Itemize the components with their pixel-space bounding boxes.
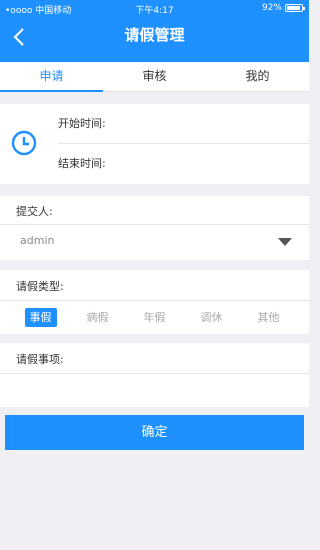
leave-matter-label: 请假事项: xyxy=(16,353,64,366)
tab-review[interactable]: 审核 xyxy=(103,62,206,91)
page-title: 请假管理 xyxy=(124,26,185,44)
battery-status: 92% xyxy=(261,3,305,13)
time-section: 开始时间: 结束时间: xyxy=(0,104,309,184)
submitter-value: admin xyxy=(20,234,55,247)
leave-type-options: 事假 病假 年假 调休 其他 xyxy=(0,300,309,334)
leave-type-label: 请假类型: xyxy=(16,280,64,293)
submitter-select[interactable]: admin xyxy=(0,224,309,260)
nav-bar: 请假管理 xyxy=(0,18,309,62)
tab-mine[interactable]: 我的 xyxy=(206,62,309,91)
end-time-field[interactable]: 结束时间: xyxy=(58,144,309,184)
leave-type-annual[interactable]: 年假 xyxy=(126,309,183,325)
leave-type-personal[interactable]: 事假 xyxy=(12,308,69,327)
battery-percent: 92% xyxy=(261,3,282,13)
leave-matter-input[interactable] xyxy=(0,373,309,407)
leave-matter-section: 请假事项: xyxy=(0,343,309,407)
top-bar: •oooo 中国移动 下午4:17 92% 请假管理 xyxy=(0,0,309,62)
leave-type-section: 请假类型: 事假 病假 年假 调休 其他 xyxy=(0,270,309,334)
submitter-section: 提交人: admin xyxy=(0,196,309,260)
submitter-label: 提交人: xyxy=(16,205,53,218)
status-bar: •oooo 中国移动 下午4:17 92% xyxy=(0,0,309,18)
battery-icon xyxy=(285,4,305,12)
clock-icon xyxy=(11,130,37,156)
leave-type-compensatory[interactable]: 调休 xyxy=(183,309,240,325)
confirm-button[interactable]: 确定 xyxy=(5,415,304,450)
leave-type-sick[interactable]: 病假 xyxy=(69,309,126,325)
start-time-field[interactable]: 开始时间: xyxy=(58,104,309,144)
tab-apply[interactable]: 申请 xyxy=(0,62,103,92)
dropdown-arrow-icon xyxy=(278,238,292,246)
leave-type-other[interactable]: 其他 xyxy=(240,309,297,325)
tab-bar: 申请 审核 我的 xyxy=(0,62,309,92)
